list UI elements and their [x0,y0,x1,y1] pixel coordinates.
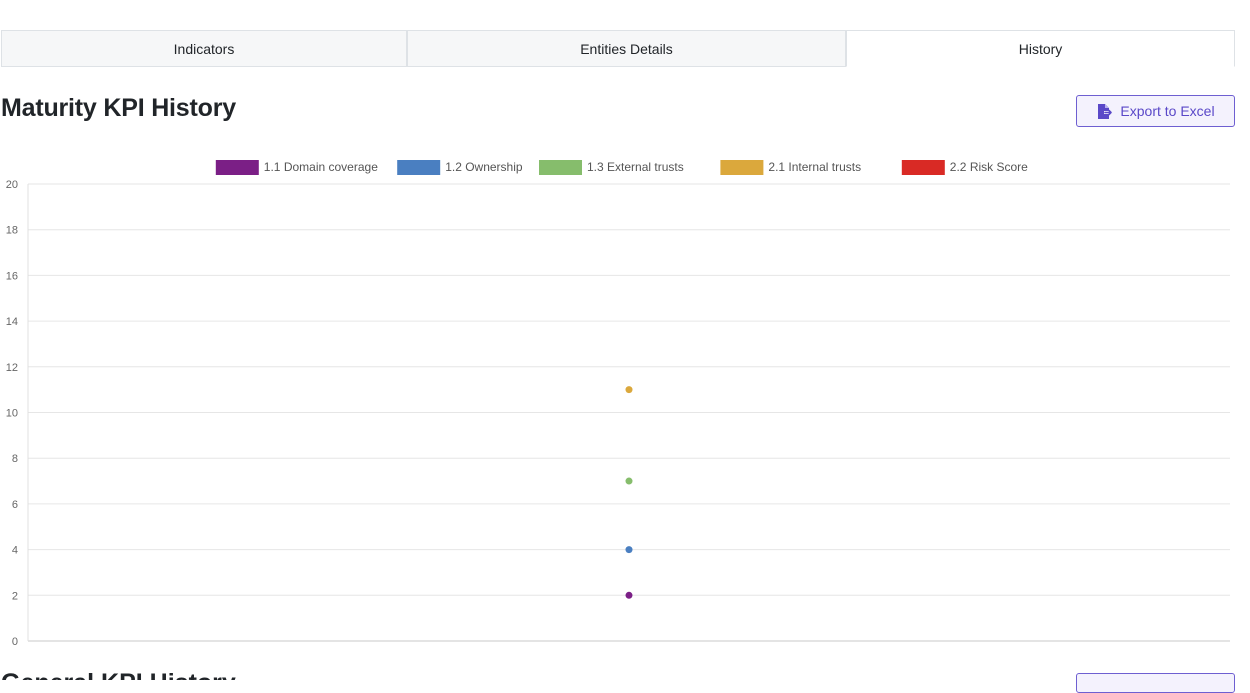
legend-swatch [901,160,945,175]
data-point [625,386,633,394]
legend-label: 1.1 Domain coverage [264,160,378,174]
y-tick-label: 10 [6,408,18,420]
legend-swatch [215,160,259,175]
legend-label: 2.2 Risk Score [950,160,1028,174]
export-button-label: Export to Excel [1120,103,1215,119]
y-tick-label: 20 [6,179,18,191]
legend-swatch [539,160,582,175]
tab-bar: Indicators Entities Details History [1,30,1235,67]
data-point [625,546,633,554]
legend-label: 1.3 External trusts [587,160,684,174]
y-tick-label: 4 [12,545,18,557]
legend-label: 1.2 Ownership [445,160,523,174]
second-export-button[interactable] [1076,673,1235,693]
y-tick-label: 0 [12,636,18,648]
y-tick-label: 18 [6,225,18,237]
second-section-title: General KPI History [1,668,236,680]
legend-label: 2.1 Internal trusts [768,160,861,174]
y-tick-label: 8 [12,453,18,465]
legend-swatch [397,160,441,175]
page-title: Maturity KPI History [1,94,236,122]
file-export-icon [1096,103,1113,120]
y-tick-label: 2 [12,590,18,602]
y-tick-label: 16 [6,270,18,282]
y-tick-label: 6 [12,499,18,511]
tab-entities-details[interactable]: Entities Details [407,30,846,67]
data-point [625,591,633,599]
export-to-excel-button[interactable]: Export to Excel [1076,95,1235,127]
tab-indicators[interactable]: Indicators [1,30,407,67]
maturity-kpi-chart: 0 2 4 6 8 10 12 14 16 18 20 1.1 Domain coverage 1.2 … [6,160,1230,648]
y-tick-label: 14 [6,316,18,328]
tab-history[interactable]: History [846,30,1235,67]
y-tick-label: 12 [6,362,18,374]
legend-swatch [720,160,764,175]
data-point [625,477,633,485]
